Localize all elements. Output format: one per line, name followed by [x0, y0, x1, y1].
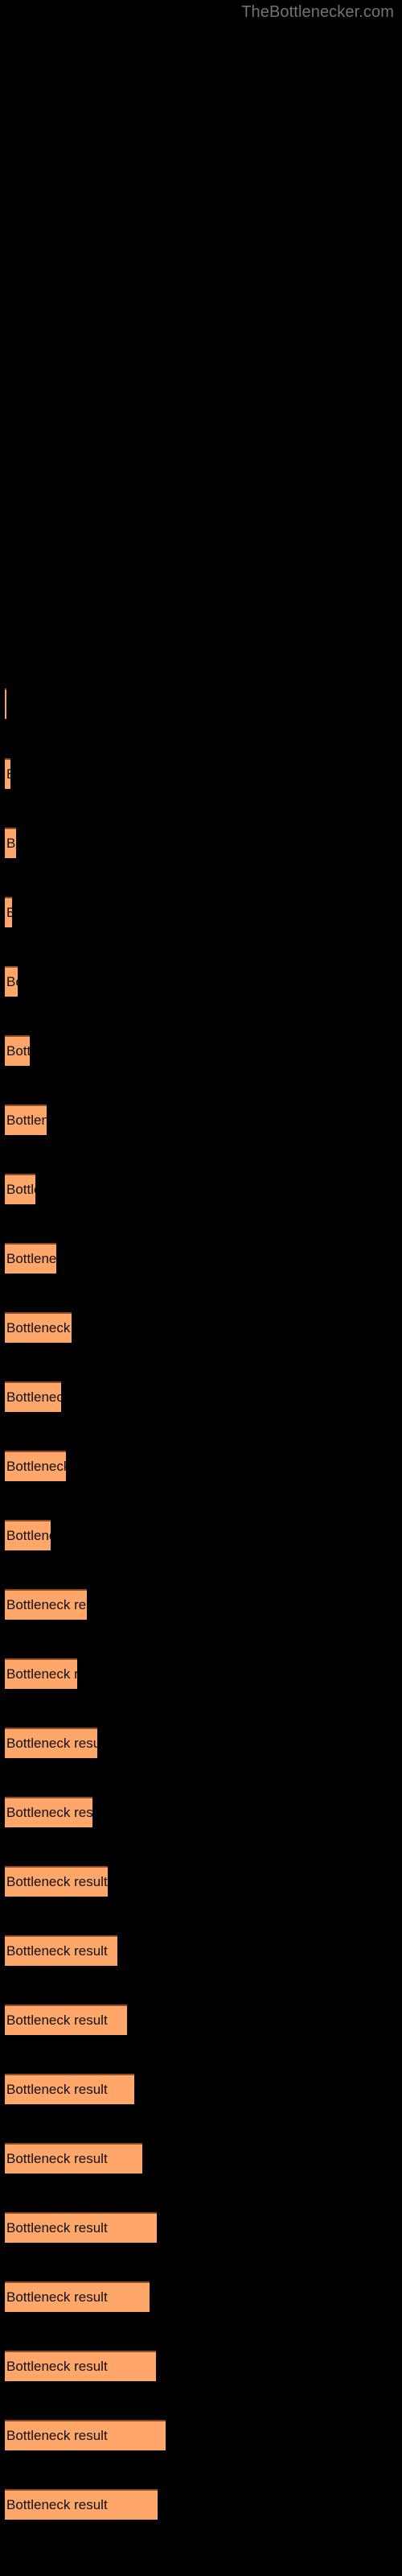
bar[interactable]: Bottleneck result [5, 1520, 51, 1550]
bar[interactable]: Bottleneck result [5, 1312, 72, 1343]
bar-label: Bottleneck result [6, 1666, 77, 1682]
bar-label: Bottleneck result [6, 2220, 108, 2235]
bar-label: Bottleneck result [6, 1874, 108, 1889]
bottleneck-bar-chart: Bottleneck result Bottleneck result Bottle… [0, 0, 402, 2576]
bar[interactable]: Bottleneck result [5, 2074, 134, 2104]
bar-label: Bottleneck result [6, 2013, 108, 2028]
bar[interactable]: Bottleneck result [5, 2489, 158, 2520]
bar-label: Bottleneck result [6, 2151, 108, 2166]
bar[interactable]: Bottleneck result [5, 1174, 35, 1204]
bar[interactable]: Bottleneck result [5, 688, 6, 719]
bar-label: Bottleneck result [6, 1736, 97, 1751]
bar-label: Bottleneck result [6, 1182, 35, 1197]
bar[interactable]: Bottleneck result [5, 1035, 30, 1066]
bar[interactable]: Bottleneck result [5, 1589, 87, 1620]
bar[interactable]: Bottleneck result [5, 897, 12, 927]
bar-label: Bottleneck result [6, 1805, 92, 1820]
bar[interactable]: Bottleneck result [5, 1381, 61, 1412]
bar[interactable]: Bottleneck result [5, 758, 10, 789]
bar[interactable]: Bottleneck result [5, 2420, 166, 2450]
bar[interactable]: Bottleneck result [5, 1728, 97, 1758]
bar-label: Bottleneck result [6, 2289, 108, 2305]
bar-label: Bottleneck result [6, 2497, 108, 2512]
bar[interactable]: Bottleneck result [5, 2212, 157, 2243]
bar[interactable]: Bottleneck result [5, 2143, 142, 2174]
bar-label: Bottleneck result [6, 1389, 61, 1405]
bar-label: Bottleneck result [6, 1251, 56, 1266]
bar-label: Bottleneck result [6, 1943, 108, 1959]
bar[interactable]: Bottleneck result [5, 2281, 150, 2312]
bar-label: Bottleneck result [6, 1113, 47, 1128]
bar[interactable]: Bottleneck result [5, 2351, 156, 2381]
bar[interactable]: Bottleneck result [5, 1658, 77, 1689]
bar-label: Bottleneck result [6, 1528, 51, 1543]
bar-label: Bottleneck result [6, 1597, 87, 1612]
bar[interactable]: Bottleneck result [5, 1935, 117, 1966]
bar-label: Bottleneck result [6, 1320, 72, 1335]
bar[interactable]: Bottleneck result [5, 1451, 66, 1481]
bar[interactable]: Bottleneck result [5, 1866, 108, 1897]
bar-label: Bottleneck result [6, 2428, 108, 2443]
bar[interactable]: Bottleneck result [5, 966, 18, 997]
bar-label: Bottleneck result [6, 760, 10, 789]
bar-label: Bottleneck result [6, 2359, 108, 2374]
bar[interactable]: Bottleneck result [5, 828, 16, 858]
bar-label: Bottleneck result [6, 974, 18, 989]
bar-label: Bottleneck result [6, 1043, 30, 1059]
bar-label: Bottleneck result [6, 836, 16, 851]
bar-label: Bottleneck result [6, 898, 12, 927]
bar[interactable]: Bottleneck result [5, 1797, 92, 1827]
bar-label: Bottleneck result [6, 1459, 66, 1474]
bar-label: Bottleneck result [6, 2082, 108, 2097]
bar[interactable]: Bottleneck result [5, 2004, 127, 2035]
bar[interactable]: Bottleneck result [5, 1104, 47, 1135]
bar[interactable]: Bottleneck result [5, 1243, 56, 1274]
